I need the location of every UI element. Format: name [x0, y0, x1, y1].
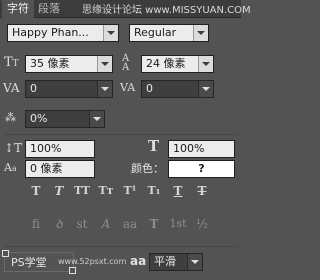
font-family-value: Happy Phan...	[12, 26, 89, 39]
horizontal-scale-icon: T	[148, 137, 160, 155]
chevron-down-icon	[198, 81, 213, 97]
tracking-value: 0	[146, 82, 153, 95]
chevron-down-icon	[103, 25, 118, 41]
horizontal-scale-field[interactable]: 100%	[168, 140, 235, 158]
tab-character[interactable]: 字符	[2, 0, 34, 19]
font-size-icon: TT	[4, 55, 19, 70]
chevron-down-icon	[97, 56, 112, 72]
strikethrough-icon[interactable]: T	[191, 182, 213, 200]
color-swatch[interactable]: ?	[168, 160, 235, 178]
chevron-down-icon	[193, 25, 208, 41]
antialias-icon: aa	[130, 254, 147, 268]
baseline-shift-icon: Aa	[4, 161, 17, 174]
tsume-select[interactable]: 0%	[25, 110, 105, 128]
tsume-icon: ⁂	[5, 111, 16, 124]
tracking-icon: VA	[120, 81, 136, 94]
small-caps-icon[interactable]: Tт	[95, 182, 117, 200]
ligatures-icon[interactable]: fi	[25, 214, 47, 234]
color-label: 颜色：	[131, 162, 164, 175]
watermark-text: www.52psxt.com	[58, 257, 127, 266]
chevron-down-icon	[97, 81, 112, 97]
divider	[4, 246, 237, 247]
tsume-value: 0%	[30, 112, 48, 125]
language-value: PS学堂	[11, 256, 47, 269]
antialias-select[interactable]: 平滑	[149, 253, 203, 271]
fractions-icon[interactable]: ½	[191, 214, 213, 234]
tab-paragraph[interactable]: 段落	[33, 0, 65, 18]
chevron-down-icon	[89, 111, 104, 127]
vertical-scale-field[interactable]: 100%	[25, 140, 95, 158]
faux-bold-icon[interactable]: T	[25, 182, 47, 200]
stylistic-alternates-icon[interactable]: aa	[119, 214, 141, 234]
baseline-shift-field[interactable]: 0 像素	[25, 160, 95, 178]
ordinals-icon[interactable]: 1st	[167, 214, 189, 234]
font-style-select[interactable]: Regular	[129, 24, 209, 42]
leading-icon: AA	[122, 53, 130, 73]
watermark-text: 思缘设计论坛 www.MISSYUAN.COM	[82, 5, 251, 16]
chevron-down-icon	[187, 254, 202, 270]
font-size-select[interactable]: 35 像素	[25, 55, 113, 73]
kerning-value: 0	[30, 82, 37, 95]
divider	[4, 134, 237, 135]
kerning-select[interactable]: 0	[25, 80, 113, 98]
underline-icon[interactable]: T	[167, 182, 189, 200]
vertical-scale-icon: ↕T	[4, 141, 23, 155]
superscript-icon[interactable]: T¹	[119, 182, 141, 200]
chevron-down-icon	[198, 56, 213, 72]
all-caps-icon[interactable]: TT	[71, 182, 93, 200]
subscript-icon[interactable]: T₁	[143, 182, 165, 200]
font-style-value: Regular	[134, 26, 177, 39]
kerning-icon: VA	[3, 81, 20, 95]
font-family-select[interactable]: Happy Phan...	[7, 24, 119, 42]
tab-bar: 字符 段落 思缘设计论坛 www.MISSYUAN.COM	[0, 0, 251, 19]
leading-value: 24 像素	[146, 57, 186, 70]
swash-icon[interactable]: A	[95, 214, 117, 234]
antialias-value: 平滑	[154, 255, 176, 268]
titling-alternates-icon[interactable]: T	[143, 214, 165, 234]
faux-italic-icon[interactable]: T	[48, 182, 70, 200]
leading-select[interactable]: 24 像素	[141, 55, 214, 73]
font-size-value: 35 像素	[30, 57, 70, 70]
discretionary-ligatures-icon[interactable]: ꝺ	[48, 214, 70, 234]
contextual-alternates-icon[interactable]: st	[71, 214, 93, 234]
tracking-select[interactable]: 0	[141, 80, 214, 98]
